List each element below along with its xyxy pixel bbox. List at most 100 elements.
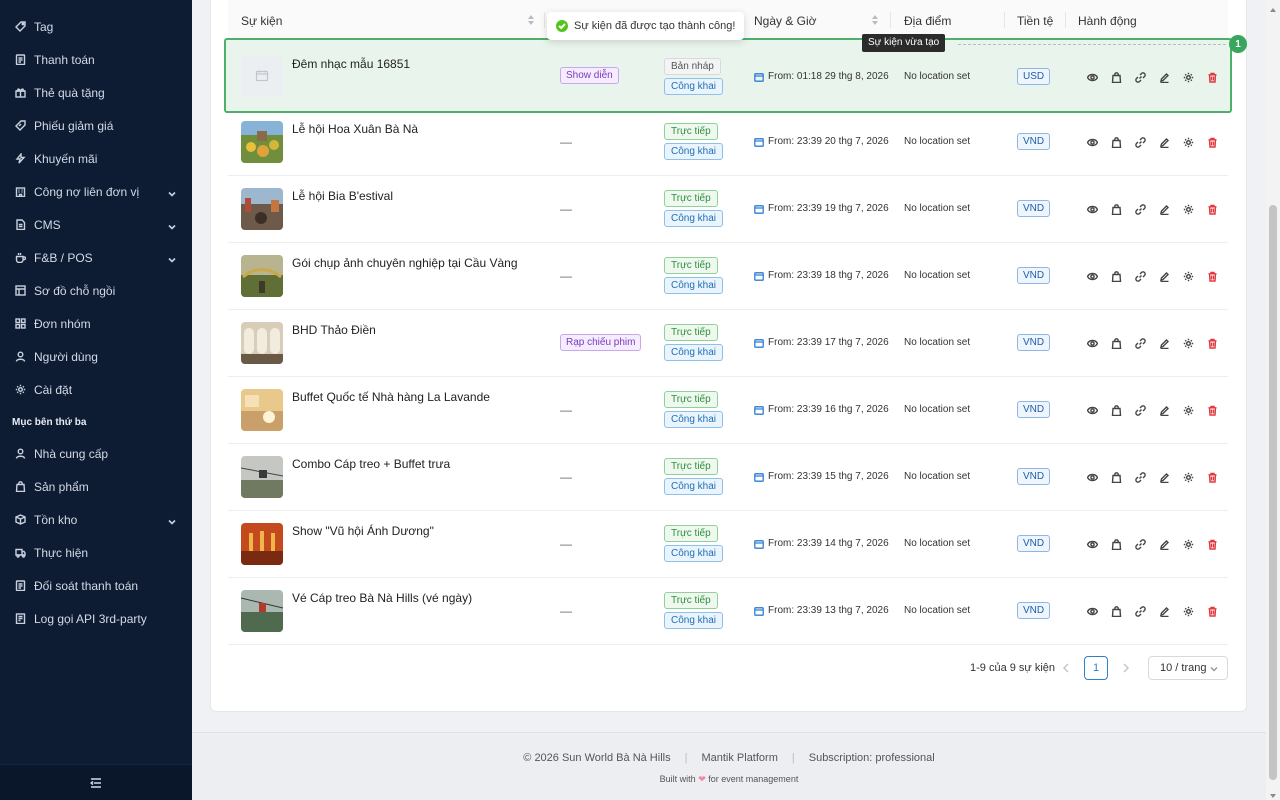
table-row[interactable]: Lễ hội Bia B'estival — Trực tiếp Công khai F… [228,176,1228,243]
event-name[interactable]: Buffet Quốc tế Nhà hàng La Lavande [292,390,490,404]
copy-link-button[interactable] [1128,69,1152,85]
event-name[interactable]: Lễ hội Bia B'estival [292,189,393,203]
sidebar-item-products[interactable]: Sản phẩm [0,470,192,503]
scroll-up-icon[interactable] [1269,3,1277,12]
copy-link-button[interactable] [1128,134,1152,150]
event-name[interactable]: Show "Vũ hội Ánh Dương" [292,524,434,538]
next-page-icon[interactable] [1122,662,1132,674]
table-row[interactable]: Vé Cáp treo Bà Nà Hills (vé ngày) — Trực t… [228,578,1228,645]
edit-button[interactable] [1152,335,1176,351]
edit-button[interactable] [1152,201,1176,217]
tickets-button[interactable] [1104,469,1128,485]
edit-button[interactable] [1152,134,1176,150]
settings-button[interactable] [1176,335,1200,351]
delete-button[interactable] [1200,335,1224,351]
tickets-button[interactable] [1104,69,1128,85]
tickets-button[interactable] [1104,603,1128,619]
tickets-button[interactable] [1104,134,1128,150]
copy-link-button[interactable] [1128,469,1152,485]
copy-link-button[interactable] [1128,402,1152,418]
settings-button[interactable] [1176,402,1200,418]
tickets-button[interactable] [1104,268,1128,284]
event-name[interactable]: BHD Thảo Điền [292,323,376,337]
sidebar-item-inter-unit-debt[interactable]: Công nợ liên đơn vị [0,175,192,208]
delete-button[interactable] [1200,536,1224,552]
sidebar-item-payment[interactable]: Thanh toán [0,43,192,76]
settings-button[interactable] [1176,201,1200,217]
table-row[interactable]: Gói chụp ảnh chuyên nghiệp tại Cầu Vàng —… [228,243,1228,310]
delete-button[interactable] [1200,603,1224,619]
event-name[interactable]: Lễ hội Hoa Xuân Bà Nà [292,122,418,136]
scroll-down-icon[interactable] [1269,789,1277,798]
copy-link-button[interactable] [1128,603,1152,619]
table-row[interactable]: Buffet Quốc tế Nhà hàng La Lavande — Trực … [228,377,1228,444]
page-scrollbar[interactable] [1266,0,1280,800]
event-name[interactable]: Combo Cáp treo + Buffet trưa [292,457,450,471]
sidebar-item-suppliers[interactable]: Nhà cung cấp [0,437,192,470]
sidebar-item-group-order[interactable]: Đơn nhóm [0,307,192,340]
sidebar-item-settings[interactable]: Cài đặt [0,373,192,406]
sidebar-item-users[interactable]: Người dùng [0,340,192,373]
sidebar-item-tag[interactable]: Tag [0,10,192,43]
delete-button[interactable] [1200,402,1224,418]
sidebar-item-gift-card[interactable]: Thẻ quà tặng [0,76,192,109]
copy-link-button[interactable] [1128,201,1152,217]
tickets-button[interactable] [1104,335,1128,351]
sidebar-collapse-button[interactable] [0,764,192,800]
view-button[interactable] [1080,603,1104,619]
view-button[interactable] [1080,469,1104,485]
view-button[interactable] [1080,536,1104,552]
page-1-button[interactable]: 1 [1084,656,1108,680]
table-row[interactable]: Combo Cáp treo + Buffet trưa — Trực tiếp Cô… [228,444,1228,511]
sort-icon[interactable] [527,14,535,26]
page-size-select[interactable]: 10 / trang [1148,656,1228,680]
table-row[interactable]: Lễ hội Hoa Xuân Bà Nà — Trực tiếp Công khai… [228,109,1228,176]
sidebar-item-coupon[interactable]: Phiếu giảm giá [0,109,192,142]
edit-button[interactable] [1152,268,1176,284]
sidebar-item-inventory[interactable]: Tồn kho [0,503,192,536]
sidebar-item-cms[interactable]: CMS [0,208,192,241]
settings-button[interactable] [1176,69,1200,85]
tickets-button[interactable] [1104,402,1128,418]
event-name[interactable]: Gói chụp ảnh chuyên nghiệp tại Cầu Vàng [292,256,518,270]
view-button[interactable] [1080,69,1104,85]
column-header-event[interactable]: Sự kiện [241,14,282,28]
table-row[interactable]: Đêm nhạc mẫu 16851 Show diễn Bản nháp Công … [224,38,1232,113]
sidebar-item-fnb-pos[interactable]: F&B / POS [0,241,192,274]
edit-button[interactable] [1152,603,1176,619]
tickets-button[interactable] [1104,201,1128,217]
view-button[interactable] [1080,201,1104,217]
delete-button[interactable] [1200,201,1224,217]
settings-button[interactable] [1176,268,1200,284]
settings-button[interactable] [1176,536,1200,552]
view-button[interactable] [1080,268,1104,284]
event-name[interactable]: Đêm nhạc mẫu 16851 [292,57,410,71]
sidebar-item-payment-reconciliation[interactable]: Đối soát thanh toán [0,569,192,602]
sort-icon[interactable] [871,14,879,26]
view-button[interactable] [1080,335,1104,351]
settings-button[interactable] [1176,469,1200,485]
settings-button[interactable] [1176,603,1200,619]
sidebar-item-fulfillment[interactable]: Thực hiện [0,536,192,569]
edit-button[interactable] [1152,69,1176,85]
delete-button[interactable] [1200,134,1224,150]
sidebar-item-api-log[interactable]: Log gọi API 3rd-party [0,602,192,635]
footer-platform[interactable]: Mantik Platform [701,752,777,764]
edit-button[interactable] [1152,402,1176,418]
column-header-datetime[interactable]: Ngày & Giờ [754,14,817,28]
copy-link-button[interactable] [1128,335,1152,351]
edit-button[interactable] [1152,469,1176,485]
table-row[interactable]: Show "Vũ hội Ánh Dương" — Trực tiếp Công kh… [228,511,1228,578]
sidebar-item-promotion[interactable]: Khuyến mãi [0,142,192,175]
delete-button[interactable] [1200,69,1224,85]
table-row[interactable]: BHD Thảo Điền Rạp chiếu phim Trực tiếp Công… [228,310,1228,377]
view-button[interactable] [1080,134,1104,150]
delete-button[interactable] [1200,469,1224,485]
view-button[interactable] [1080,402,1104,418]
sidebar-item-seat-map[interactable]: Sơ đồ chỗ ngồi [0,274,192,307]
scrollbar-thumb[interactable] [1269,205,1277,780]
event-name[interactable]: Vé Cáp treo Bà Nà Hills (vé ngày) [292,591,472,605]
copy-link-button[interactable] [1128,536,1152,552]
delete-button[interactable] [1200,268,1224,284]
tickets-button[interactable] [1104,536,1128,552]
